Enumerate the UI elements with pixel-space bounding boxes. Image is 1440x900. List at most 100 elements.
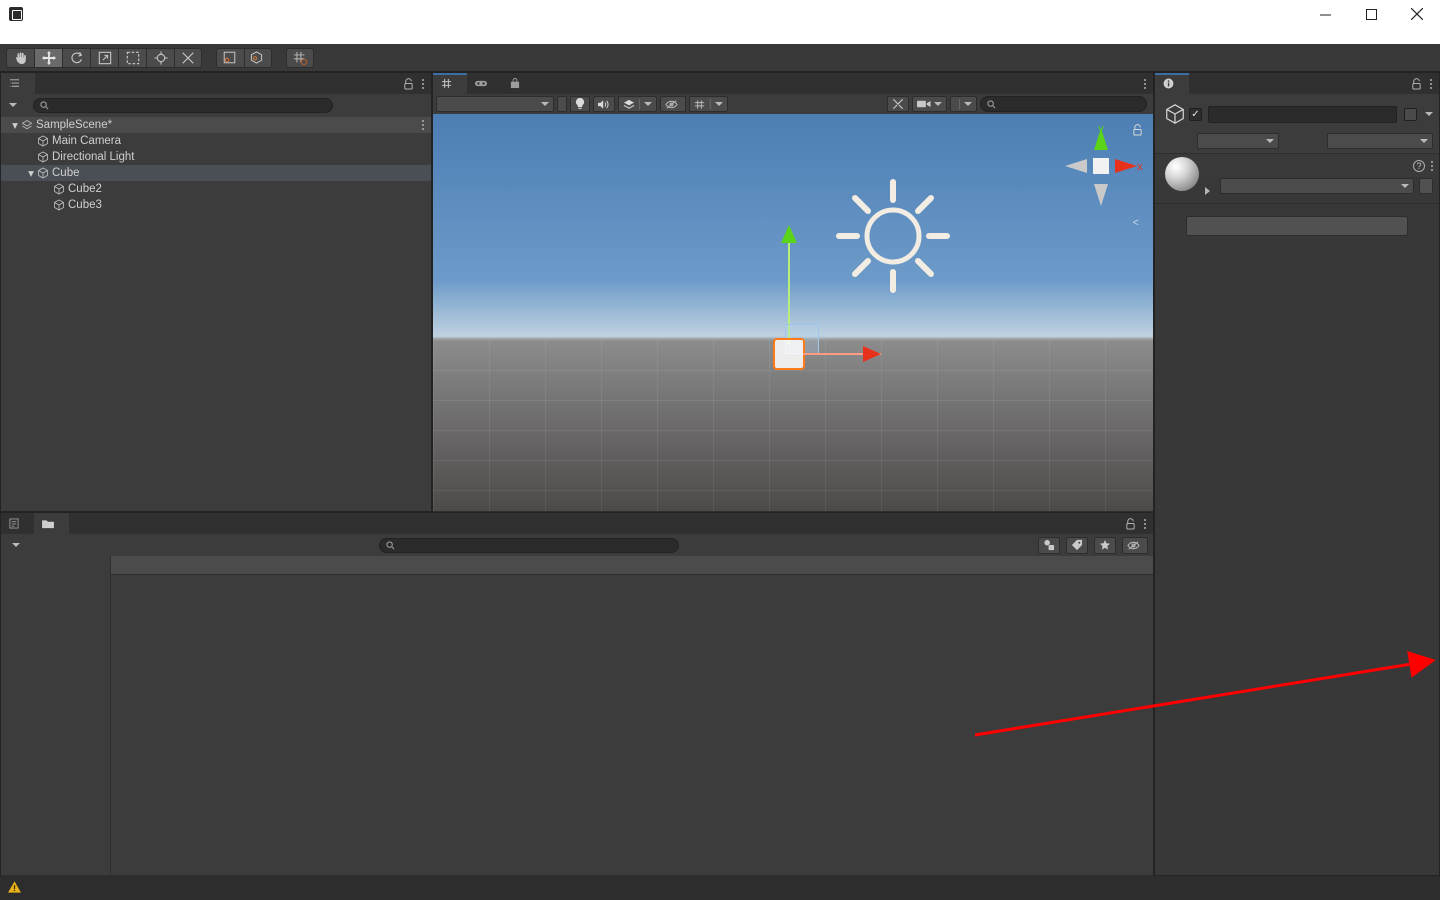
sun-gizmo	[836, 179, 950, 293]
gizmo-axis-x-handle[interactable]	[863, 346, 881, 362]
gizmo-axis-y-handle[interactable]	[781, 225, 797, 243]
hierarchy-item-cube2[interactable]: Cube2	[1, 181, 431, 197]
foldout-icon[interactable]: ▾	[25, 166, 37, 180]
static-checkbox[interactable]	[1404, 107, 1417, 121]
scene-fx-dropdown[interactable]: |	[618, 96, 657, 112]
hierarchy-search-input[interactable]	[33, 97, 333, 113]
move-tool-button[interactable]	[34, 47, 62, 68]
custom-tool-button[interactable]	[174, 47, 202, 68]
audio-icon	[598, 99, 609, 109]
tab-game[interactable]	[467, 73, 502, 94]
shader-edit-button[interactable]	[1419, 178, 1433, 194]
hierarchy-item-cube3[interactable]: Cube3	[1, 197, 431, 213]
scene-context-menu-icon[interactable]	[422, 120, 424, 130]
info-icon	[1163, 78, 1174, 89]
hierarchy-item-samplescene[interactable]: ▾ SampleScene*	[1, 117, 431, 133]
tab-asset-store[interactable]	[502, 73, 535, 94]
foldout-icon[interactable]: ▾	[9, 118, 21, 132]
tab-inspector[interactable]	[1155, 73, 1189, 94]
breadcrumb[interactable]	[111, 556, 1153, 575]
gizmos-dropdown[interactable]: |	[949, 96, 977, 112]
pivot-toggle-button[interactable]	[216, 47, 244, 68]
search-icon	[386, 540, 395, 549]
close-button[interactable]	[1394, 0, 1440, 28]
hierarchy-item-label: Directional Light	[52, 151, 135, 163]
inspector-tab-actions	[1189, 73, 1439, 94]
hierarchy-panel: ▾ SampleScene* Main Camera Directional Ligh…	[0, 72, 432, 512]
scene-tab-actions	[535, 73, 1153, 94]
tab-hierarchy[interactable]	[1, 73, 35, 94]
tab-project[interactable]	[34, 513, 69, 534]
tab-console[interactable]	[1, 513, 34, 534]
perspective-label[interactable]: <	[1133, 217, 1139, 229]
object-enabled-checkbox[interactable]: ✓	[1189, 107, 1202, 121]
effects-icon	[623, 99, 635, 109]
scene-viewport[interactable]: y x <	[433, 114, 1153, 511]
local-toggle-button[interactable]	[244, 47, 272, 68]
static-toggle[interactable]	[1404, 107, 1433, 121]
svg-text:x: x	[1137, 161, 1143, 173]
hierarchy-item-label: Main Camera	[52, 135, 122, 147]
scene-camera-button[interactable]	[911, 96, 947, 112]
grid-snap-icon[interactable]	[286, 47, 314, 68]
scene-search-input[interactable]	[979, 96, 1148, 112]
scene-view-toolbar: | | |	[433, 94, 1153, 114]
lock-icon[interactable]	[1125, 517, 1136, 530]
hierarchy-item-directional-light[interactable]: Directional Light	[1, 149, 431, 165]
add-component-button[interactable]	[1186, 216, 1408, 236]
layer-dropdown[interactable]	[1327, 133, 1433, 149]
scene-grid-dropdown[interactable]: |	[688, 96, 728, 112]
material-sphere-preview	[1165, 157, 1199, 191]
chevron-down-icon	[643, 102, 652, 106]
type-filter-icon[interactable]	[1038, 536, 1060, 554]
favorite-star-icon[interactable]	[1094, 536, 1116, 554]
hierarchy-menu-icon[interactable]	[422, 78, 424, 89]
chevron-down-icon[interactable]	[9, 103, 17, 107]
rotate-tool-button[interactable]	[62, 47, 90, 68]
chevron-down-icon	[541, 102, 549, 106]
scene-orientation-gizmo[interactable]: y x	[1057, 122, 1143, 222]
lock-icon[interactable]	[403, 77, 414, 90]
hierarchy-item-cube[interactable]: ▾ Cube	[1, 165, 431, 181]
chevron-down-icon[interactable]	[1425, 112, 1433, 116]
scene-tools-button[interactable]	[886, 96, 909, 112]
toggle-2d-button[interactable]	[557, 96, 567, 112]
material-foldout-icon[interactable]	[1205, 187, 1210, 195]
shading-mode-dropdown[interactable]	[436, 96, 554, 112]
minimize-button[interactable]	[1302, 0, 1348, 28]
hierarchy-item-label: SampleScene*	[36, 119, 113, 131]
hierarchy-item-main-camera[interactable]: Main Camera	[1, 133, 431, 149]
hierarchy-toolbar	[1, 94, 431, 116]
rect-tool-button[interactable]	[118, 47, 146, 68]
project-content	[111, 556, 1153, 875]
selected-cube-gizmo[interactable]	[773, 338, 805, 370]
transform-tool-button[interactable]	[146, 47, 174, 68]
lock-icon[interactable]	[1411, 77, 1422, 90]
window-title-bar	[0, 0, 1440, 28]
chevron-down-icon	[714, 102, 723, 106]
svg-text:y: y	[1098, 123, 1104, 135]
help-icon[interactable]: ?	[1413, 159, 1425, 172]
scene-lighting-toggle[interactable]	[570, 96, 590, 112]
scene-audio-toggle[interactable]	[593, 96, 615, 112]
component-menu-icon[interactable]	[1431, 160, 1433, 171]
chevron-down-icon[interactable]	[12, 543, 20, 547]
inspector-menu-icon[interactable]	[1430, 78, 1432, 89]
project-menu-icon[interactable]	[1144, 518, 1146, 529]
scale-tool-button[interactable]	[90, 47, 118, 68]
shader-dropdown[interactable]	[1220, 178, 1414, 194]
maximize-button[interactable]	[1348, 0, 1394, 28]
tab-scene[interactable]	[433, 73, 467, 94]
status-bar[interactable]	[0, 876, 1440, 900]
tag-dropdown[interactable]	[1197, 133, 1279, 149]
hand-tool-button[interactable]	[6, 47, 34, 68]
project-search-input[interactable]	[379, 537, 679, 553]
hidden-objects-counter[interactable]	[1122, 536, 1148, 554]
scene-menu-icon[interactable]	[1144, 78, 1146, 89]
label-filter-icon[interactable]	[1066, 536, 1088, 554]
object-name-field[interactable]	[1208, 105, 1397, 123]
project-tab-actions	[69, 513, 1153, 534]
hierarchy-item-label: Cube2	[68, 183, 102, 195]
scene-visibility-toggle[interactable]	[659, 96, 686, 112]
gizmo-lock-icon[interactable]	[1132, 124, 1143, 136]
